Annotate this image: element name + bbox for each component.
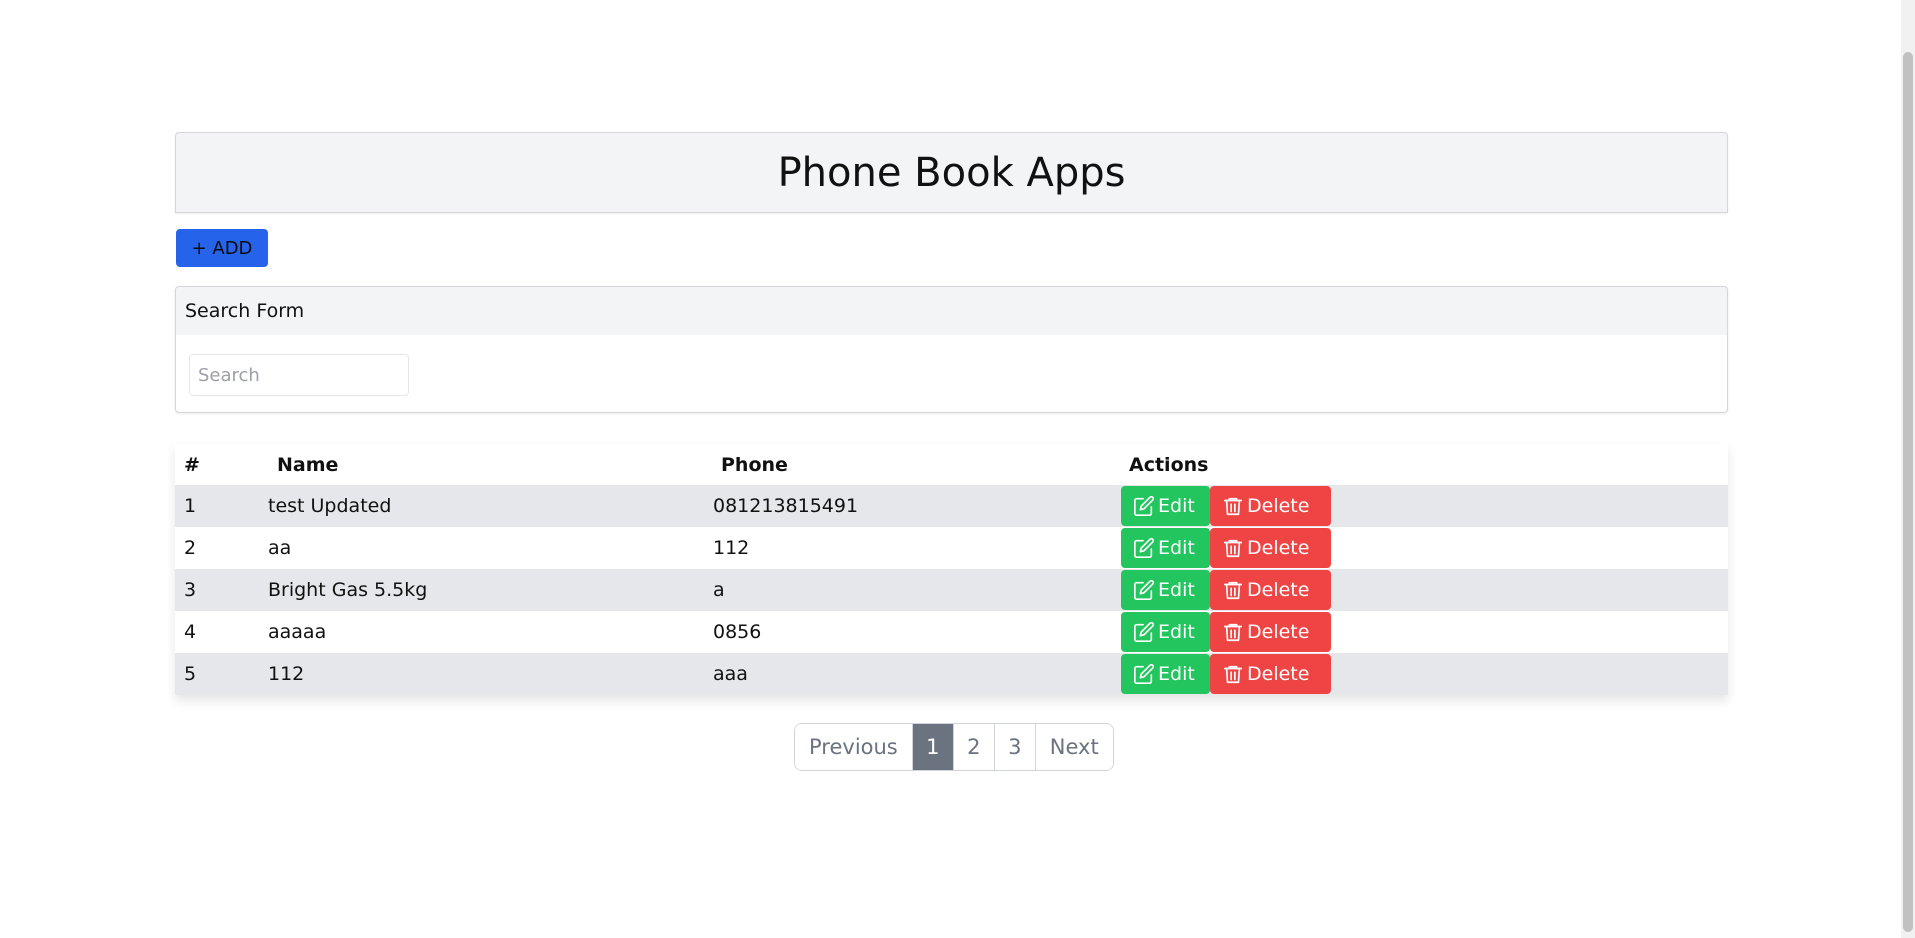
delete-button[interactable]: Delete [1210,528,1331,568]
pagination-previous[interactable]: Previous [795,724,913,770]
row-number: 3 [175,569,268,611]
row-name: Bright Gas 5.5kg [268,569,713,611]
row-number: 1 [175,485,268,527]
actions-group: Edit Delete [1121,527,1728,569]
page-title: Phone Book Apps [777,149,1126,196]
row-number: 4 [175,611,268,653]
header-actions: Actions [1121,444,1728,485]
pagination-next[interactable]: Next [1035,724,1113,770]
search-form-header: Search Form [176,287,1727,335]
edit-icon [1134,663,1155,684]
pagination: Previous 1 2 3 Next [794,723,1114,771]
edit-button[interactable]: Edit [1121,528,1210,568]
edit-button-label: Edit [1158,621,1195,643]
row-actions: Edit Delete [1121,527,1728,569]
delete-button-label: Delete [1247,663,1310,685]
row-name: 112 [268,653,713,695]
search-card: Search Form [175,286,1728,413]
edit-button[interactable]: Edit [1121,570,1210,610]
delete-button[interactable]: Delete [1210,654,1331,694]
vertical-scrollbar[interactable] [1901,0,1915,938]
trash-icon [1223,539,1243,558]
edit-icon [1134,495,1155,516]
edit-button[interactable]: Edit [1121,486,1210,526]
actions-group: Edit Delete [1121,653,1728,695]
row-number: 5 [175,653,268,695]
add-button[interactable]: + ADD [176,229,268,267]
header-number: # [175,444,268,485]
trash-icon [1223,665,1243,684]
row-name: aaaaa [268,611,713,653]
table-row: 3 Bright Gas 5.5kg a Edit Delete [175,569,1728,611]
delete-button-label: Delete [1247,537,1310,559]
delete-button[interactable]: Delete [1210,570,1331,610]
table-row: 2 aa 112 Edit Delete [175,527,1728,569]
delete-button-label: Delete [1247,495,1310,517]
header-phone: Phone [713,444,1121,485]
edit-button-label: Edit [1158,579,1195,601]
row-name: aa [268,527,713,569]
delete-button[interactable]: Delete [1210,612,1331,652]
trash-icon [1223,497,1243,516]
pagination-page-2[interactable]: 2 [953,724,995,770]
header-name: Name [268,444,713,485]
scrollbar-thumb[interactable] [1903,52,1913,932]
edit-button[interactable]: Edit [1121,654,1210,694]
pagination-page-3[interactable]: 3 [994,724,1036,770]
row-phone: 081213815491 [713,485,1121,527]
actions-group: Edit Delete [1121,485,1728,527]
edit-button[interactable]: Edit [1121,612,1210,652]
row-actions: Edit Delete [1121,653,1728,695]
main-container: Phone Book Apps + ADD Search Form # Name… [175,132,1728,771]
table-body: 1 test Updated 081213815491 Edit Delete 2 aa 11… [175,485,1728,695]
edit-button-label: Edit [1158,537,1195,559]
actions-group: Edit Delete [1121,611,1728,653]
search-input[interactable] [189,354,409,396]
row-actions: Edit Delete [1121,611,1728,653]
row-actions: Edit Delete [1121,485,1728,527]
page: Phone Book Apps + ADD Search Form # Name… [0,0,1915,938]
contacts-table-wrapper: # Name Phone Actions 1 test Updated 081213… [175,444,1728,695]
table-row: 5 112 aaa Edit Delete [175,653,1728,695]
delete-button-label: Delete [1247,579,1310,601]
title-card: Phone Book Apps [175,132,1728,213]
trash-icon [1223,581,1243,600]
delete-button[interactable]: Delete [1210,486,1331,526]
edit-button-label: Edit [1158,495,1195,517]
row-number: 2 [175,527,268,569]
edit-icon [1134,621,1155,642]
edit-button-label: Edit [1158,663,1195,685]
row-phone: a [713,569,1121,611]
row-phone: 0856 [713,611,1121,653]
row-phone: 112 [713,527,1121,569]
trash-icon [1223,623,1243,642]
row-name: test Updated [268,485,713,527]
row-actions: Edit Delete [1121,569,1728,611]
edit-icon [1134,579,1155,600]
table-header-row: # Name Phone Actions [175,444,1728,485]
row-phone: aaa [713,653,1121,695]
edit-icon [1134,537,1155,558]
contacts-table: # Name Phone Actions 1 test Updated 081213… [175,444,1728,695]
pagination-page-1[interactable]: 1 [912,724,954,770]
table-row: 1 test Updated 081213815491 Edit Delete [175,485,1728,527]
actions-group: Edit Delete [1121,569,1728,611]
table-row: 4 aaaaa 0856 Edit Delete [175,611,1728,653]
delete-button-label: Delete [1247,621,1310,643]
